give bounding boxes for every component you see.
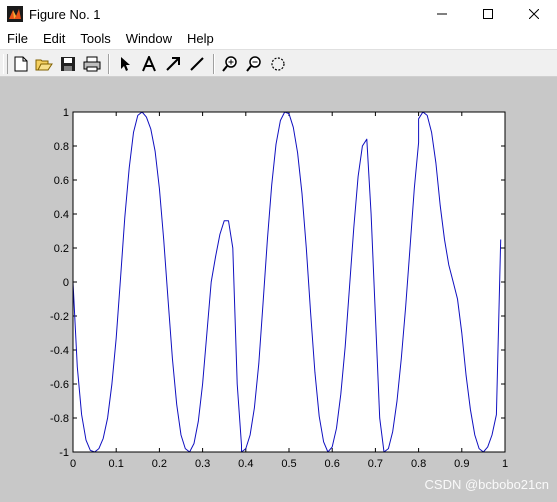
insert-text-icon	[142, 56, 156, 72]
maximize-icon	[483, 9, 493, 19]
zoom-out-icon	[246, 56, 261, 72]
zoom-out-button[interactable]	[245, 55, 263, 73]
toolbar-grip[interactable]	[3, 54, 8, 74]
y-tick-label: -0.4	[50, 345, 69, 357]
figure-canvas[interactable]: 0 0.1 0.2 0.3 0.4 0.5 0.6 0.7 0.8 0.9 1 1 0.8 0.6 0.4 0…	[0, 77, 557, 502]
save-button[interactable]	[59, 55, 77, 73]
toolbar	[0, 49, 557, 77]
title-bar: Figure No. 1	[0, 0, 557, 28]
axes-background	[73, 112, 505, 452]
insert-line-icon	[190, 57, 204, 71]
window-title: Figure No. 1	[29, 6, 101, 22]
x-tick-label: 0.3	[195, 458, 210, 470]
close-button[interactable]	[511, 0, 557, 28]
app-icon	[7, 6, 23, 22]
y-tick-label: 0.8	[54, 141, 69, 153]
arrow-select-button[interactable]	[116, 55, 134, 73]
plot[interactable]: 0 0.1 0.2 0.3 0.4 0.5 0.6 0.7 0.8 0.9 1 1 0.8 0.6 0.4 0…	[0, 77, 557, 502]
x-tick-label: 0.2	[152, 458, 167, 470]
x-tick-label: 0.8	[411, 458, 426, 470]
watermark: CSDN @bcbobo21cn	[424, 477, 549, 492]
y-tick-label: -1	[59, 447, 69, 459]
x-tick-label: 0.6	[325, 458, 340, 470]
y-tick-label: 1	[63, 107, 69, 119]
print-icon	[83, 56, 101, 72]
rotate-3d-button[interactable]	[269, 55, 287, 73]
close-icon	[529, 9, 539, 19]
x-tick-label: 0.5	[281, 458, 296, 470]
save-icon	[61, 57, 75, 71]
y-tick-label: 0	[63, 277, 69, 289]
zoom-in-icon	[222, 56, 237, 72]
insert-arrow-button[interactable]	[164, 55, 182, 73]
menu-edit[interactable]: Edit	[36, 31, 73, 46]
x-tick-label: 0.9	[454, 458, 469, 470]
y-tick-label: -0.2	[50, 311, 69, 323]
y-tick-label: 0.4	[54, 209, 69, 221]
minimize-button[interactable]	[419, 0, 465, 28]
new-figure-button[interactable]	[12, 55, 30, 73]
x-tick-label: 0.4	[238, 458, 253, 470]
menu-bar: File Edit Tools Window Help	[0, 28, 557, 49]
menu-window[interactable]: Window	[119, 31, 180, 46]
x-tick-label: 0	[70, 458, 76, 470]
toolbar-separator	[213, 54, 215, 74]
insert-line-button[interactable]	[188, 55, 206, 73]
menu-tools[interactable]: Tools	[73, 31, 118, 46]
zoom-in-button[interactable]	[221, 55, 239, 73]
arrow-select-icon	[121, 57, 130, 71]
y-tick-label: -0.8	[50, 413, 69, 425]
maximize-button[interactable]	[465, 0, 511, 28]
toolbar-separator	[108, 54, 110, 74]
y-tick-label: 0.2	[54, 243, 69, 255]
insert-text-button[interactable]	[140, 55, 158, 73]
menu-help[interactable]: Help	[180, 31, 222, 46]
print-button[interactable]	[83, 55, 101, 73]
x-tick-label: 0.7	[368, 458, 383, 470]
x-tick-label: 1	[502, 458, 508, 470]
insert-arrow-icon	[166, 57, 180, 71]
menu-file[interactable]: File	[0, 31, 36, 46]
new-figure-icon	[14, 56, 28, 72]
minimize-icon	[437, 13, 447, 15]
y-tick-label: 0.6	[54, 175, 69, 187]
open-icon	[35, 59, 53, 71]
y-tick-label: -0.6	[50, 379, 69, 391]
x-tick-label: 0.1	[109, 458, 124, 470]
open-button[interactable]	[35, 55, 53, 73]
rotate-3d-icon	[271, 57, 285, 71]
